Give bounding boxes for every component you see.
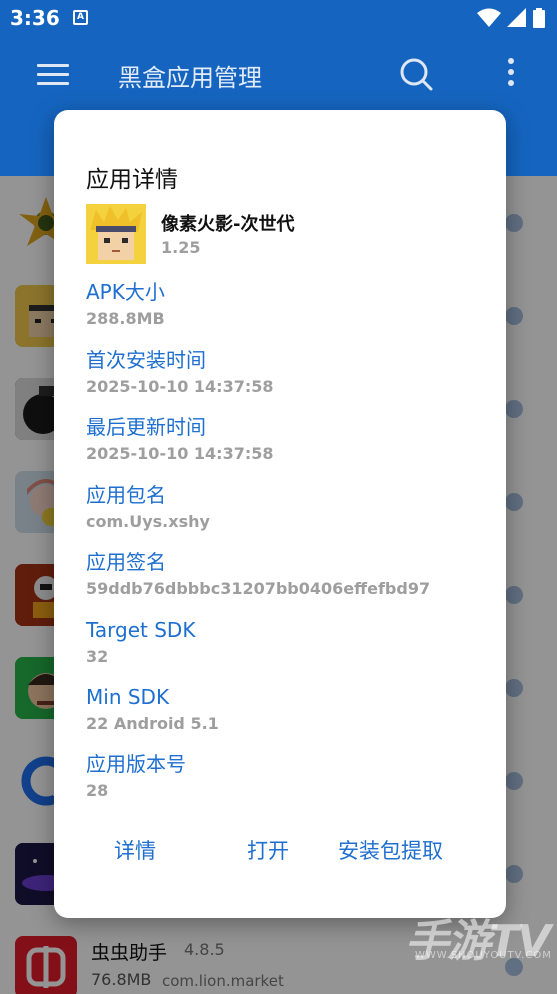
status-time: 3:36 — [10, 6, 60, 30]
notification-icon: A — [73, 10, 88, 25]
field-last-update-time: 最后更新时间 2025-10-10 14:37:58 — [86, 413, 486, 467]
dialog-actions: 详情 打开 安装包提取 — [54, 835, 506, 869]
field-label: 最后更新时间 — [86, 415, 206, 439]
field-first-install-time: 首次安装时间 2025-10-10 14:37:58 — [86, 346, 486, 400]
field-apk-size: APK大小 288.8MB — [86, 278, 486, 332]
signal-icon — [507, 8, 526, 27]
field-value: com.Uys.xshy — [86, 512, 210, 531]
battery-icon — [533, 8, 545, 28]
field-package-name: 应用包名 com.Uys.xshy — [86, 481, 486, 535]
dialog-app-version: 1.25 — [161, 238, 201, 257]
field-version-code: 应用版本号 28 — [86, 750, 486, 804]
system-icons — [477, 8, 545, 28]
extract-apk-button[interactable]: 安装包提取 — [338, 835, 443, 865]
field-value: 32 — [86, 647, 109, 666]
app-icon — [86, 204, 146, 264]
field-min-sdk: Min SDK 22 Android 5.1 — [86, 683, 486, 737]
field-signature: 应用签名 59ddb76dbbbc31207bb0406effefbd97 — [86, 548, 486, 602]
app-title: 黑盒应用管理 — [118, 64, 262, 92]
field-label: 应用签名 — [86, 550, 166, 574]
open-button[interactable]: 打开 — [247, 835, 289, 865]
field-label: Target SDK — [86, 618, 196, 642]
details-button[interactable]: 详情 — [114, 835, 156, 865]
field-value: 288.8MB — [86, 309, 165, 328]
dialog-app-name: 像素火影-次世代 — [161, 214, 295, 235]
field-value: 2025-10-10 14:37:58 — [86, 377, 274, 396]
field-label: 应用包名 — [86, 483, 166, 507]
search-icon[interactable] — [398, 56, 434, 92]
wifi-icon — [477, 8, 501, 27]
app-details-dialog: 应用详情 像素火影-次世代 1.25 APK大小 288.8MB 首次安装时间 … — [54, 110, 506, 918]
menu-icon[interactable] — [37, 64, 69, 86]
watermark-url: WWW.SHOUYOUTV.COM — [415, 950, 552, 961]
field-value: 22 Android 5.1 — [86, 714, 219, 733]
status-bar: 3:36 A — [0, 0, 557, 36]
field-label: 应用版本号 — [86, 752, 186, 776]
field-value: 28 — [86, 781, 109, 800]
field-label: APK大小 — [86, 280, 165, 304]
field-target-sdk: Target SDK 32 — [86, 616, 486, 670]
field-label: Min SDK — [86, 685, 170, 709]
dialog-title: 应用详情 — [86, 167, 178, 193]
more-options-icon[interactable] — [508, 58, 516, 91]
field-value: 2025-10-10 14:37:58 — [86, 444, 274, 463]
field-value: 59ddb76dbbbc31207bb0406effefbd97 — [86, 579, 431, 598]
field-label: 首次安装时间 — [86, 348, 206, 372]
